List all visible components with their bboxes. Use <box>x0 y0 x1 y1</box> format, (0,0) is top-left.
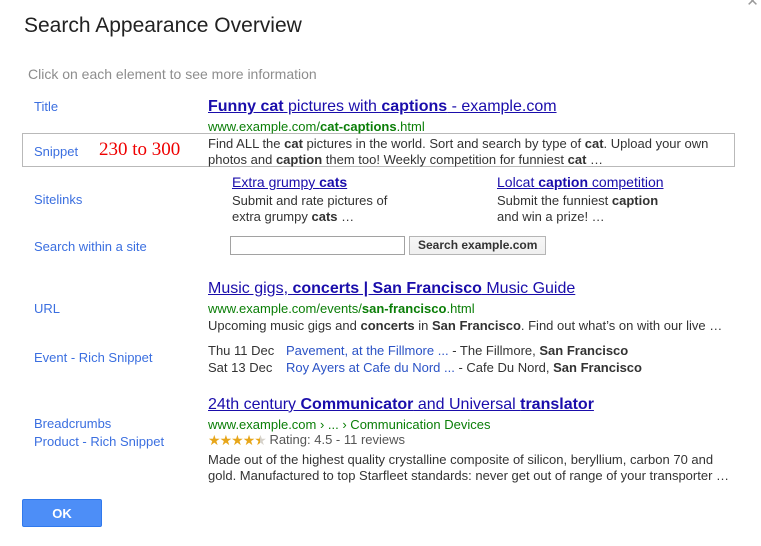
label-search-within-a-site[interactable]: Search within a site <box>34 239 147 254</box>
event-row-1: Thu 11 Dec Pavement, at the Fillmore ... … <box>208 343 628 358</box>
result-description-1: Find ALL the cat pictures in the world. … <box>208 136 709 167</box>
sitelink-description-1: Submit and rate pictures of extra grumpy… <box>232 193 388 224</box>
event-row-2: Sat 13 Dec Roy Ayers at Cafe du Nord ... … <box>208 360 642 375</box>
result-description-2: Upcoming music gigs and concerts in San … <box>208 318 723 333</box>
event-link-2[interactable]: Roy Ayers at Cafe du Nord ... <box>286 360 455 375</box>
event-venue-1: - The Fillmore, San Francisco <box>448 343 629 358</box>
result-url-1: www.example.com/cat-captions.html <box>208 119 425 134</box>
sitelink-1: Extra grumpy cats Submit and rate pictur… <box>232 174 482 225</box>
label-snippet[interactable]: Snippet <box>34 144 78 159</box>
site-search-button[interactable]: Search example.com <box>409 236 547 255</box>
snippet-character-range: 230 to 300 <box>99 139 181 160</box>
close-icon[interactable]: ✕ <box>746 0 759 8</box>
product-rating: ★★★★★ Rating: 4.5 - 11 reviews <box>208 432 405 449</box>
search-appearance-dialog: ✕ Search Appearance Overview Click on ea… <box>0 0 761 546</box>
result-breadcrumb-3: www.example.com › ... › Communication De… <box>208 417 491 432</box>
label-product-rich-snippet[interactable]: Product - Rich Snippet <box>34 434 164 449</box>
rating-text: Rating: 4.5 - 11 reviews <box>269 432 406 447</box>
label-breadcrumbs[interactable]: Breadcrumbs <box>34 416 111 431</box>
label-title[interactable]: Title <box>34 99 58 114</box>
star-rating-icon: ★★★★★ <box>208 432 267 448</box>
event-date-1: Thu 11 Dec <box>208 343 275 358</box>
result-url-2: www.example.com/events/san-francisco.htm… <box>208 301 475 316</box>
sitelink-2: Lolcat caption competition Submit the fu… <box>497 174 747 225</box>
event-date-2: Sat 13 Dec <box>208 360 273 375</box>
site-search-input[interactable] <box>230 236 405 255</box>
sitelink-title-2[interactable]: Lolcat caption competition <box>497 174 664 190</box>
sitelink-description-2: Submit the funniest caption and win a pr… <box>497 193 659 224</box>
page-title: Search Appearance Overview <box>24 14 302 37</box>
result-title-link-3[interactable]: 24th century Communicator and Universal … <box>208 396 594 414</box>
label-url[interactable]: URL <box>34 301 60 316</box>
result-title-link-1[interactable]: Funny cat pictures with captions - examp… <box>208 98 557 116</box>
ok-button[interactable]: OK <box>22 499 102 527</box>
result-title-link-2[interactable]: Music gigs, concerts | San Francisco Mus… <box>208 280 575 298</box>
result-description-3: Made out of the highest quality crystall… <box>208 452 730 483</box>
label-event-rich-snippet[interactable]: Event - Rich Snippet <box>34 350 153 365</box>
sitelink-title-1[interactable]: Extra grumpy cats <box>232 174 347 190</box>
event-link-1[interactable]: Pavement, at the Fillmore ... <box>286 343 449 358</box>
event-venue-2: - Cafe Du Nord, San Francisco <box>454 360 642 375</box>
dialog-subtitle: Click on each element to see more inform… <box>28 66 317 82</box>
label-sitelinks[interactable]: Sitelinks <box>34 192 82 207</box>
